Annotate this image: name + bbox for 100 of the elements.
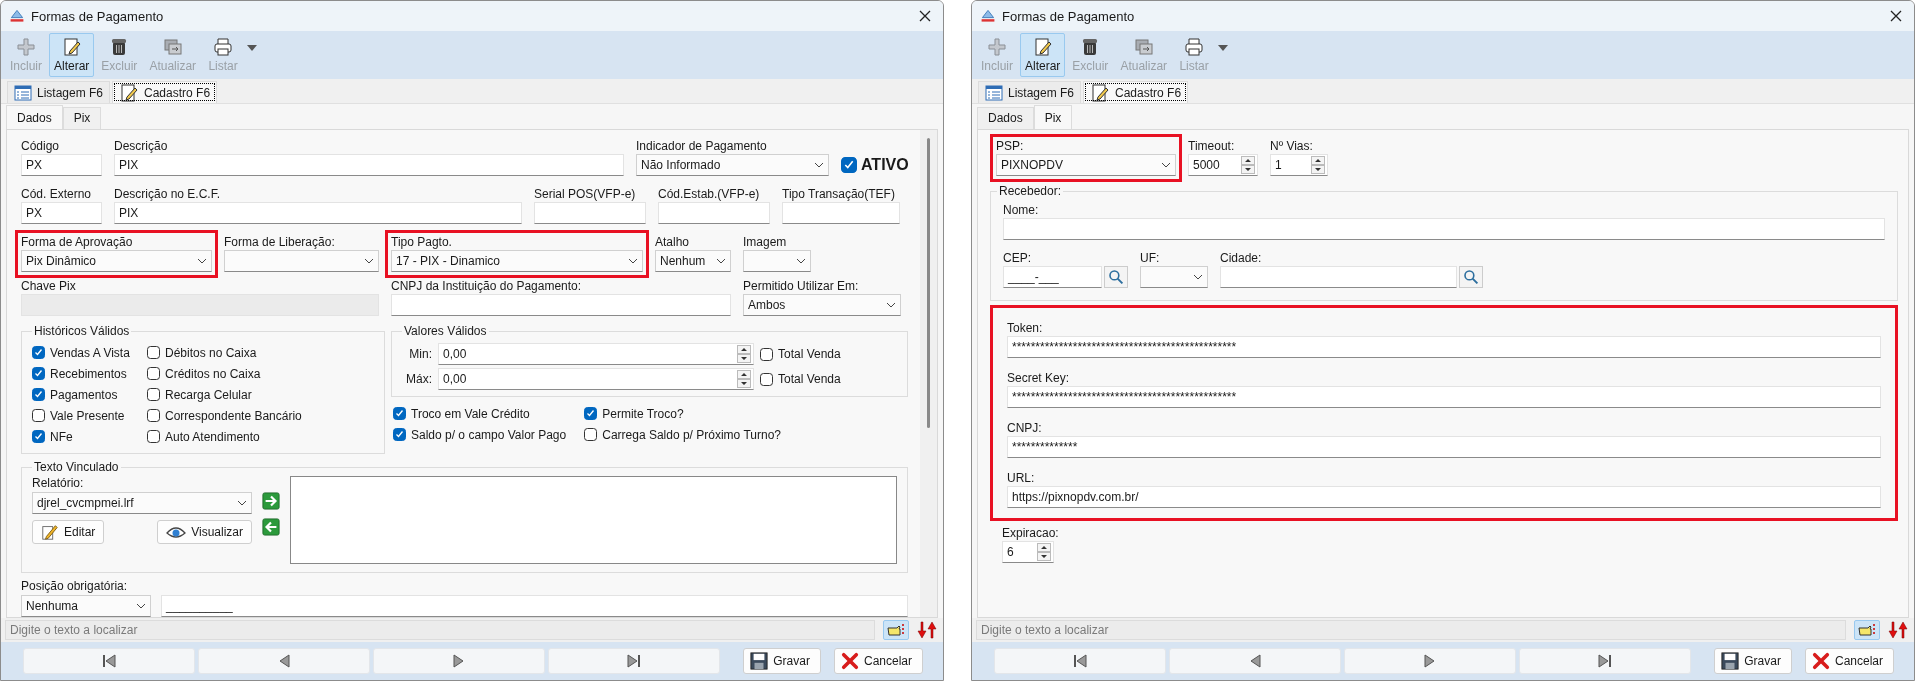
checkbox[interactable] — [32, 388, 45, 401]
tab[interactable]: Dados — [977, 107, 1034, 129]
chevron-down-icon — [796, 258, 806, 264]
tab[interactable]: Dados — [6, 105, 63, 129]
plus-icon — [16, 37, 36, 57]
close-icon[interactable] — [1890, 10, 1902, 22]
text-field[interactable]: PX — [21, 202, 102, 224]
dropdown[interactable]: 17 - PIX - Dinamico — [391, 250, 643, 272]
text-field[interactable]: ************************************************ — [1007, 386, 1881, 408]
spin-field[interactable]: 5000 — [1188, 154, 1258, 176]
dropdown[interactable]: Pix Dinâmico — [21, 250, 212, 272]
text-field[interactable]: ************************************************ — [1007, 336, 1881, 358]
search-field[interactable]: Digite o texto a localizar — [5, 620, 875, 640]
view-tab[interactable]: Listagem F6 — [978, 81, 1082, 103]
text-field[interactable] — [658, 202, 770, 224]
dropdown[interactable] — [224, 250, 379, 272]
text-field[interactable] — [1003, 218, 1885, 240]
checkbox-label: Permite Troco? — [602, 406, 684, 421]
chevron-down-icon — [197, 258, 207, 264]
sort-arrows-icon[interactable] — [917, 621, 937, 639]
tab[interactable]: Pix — [1033, 105, 1073, 129]
search-button[interactable] — [1459, 266, 1483, 288]
text-field[interactable]: ************** — [1007, 436, 1881, 458]
spin-button[interactable] — [1311, 156, 1325, 174]
action-button[interactable]: Cancelar — [833, 648, 923, 674]
checkbox[interactable] — [32, 367, 45, 380]
dropdown[interactable]: Nenhuma — [21, 595, 151, 617]
field-label: Min: — [408, 347, 432, 361]
text-area[interactable] — [290, 476, 897, 564]
checkbox[interactable] — [147, 346, 160, 359]
action-button[interactable]: Editar — [32, 520, 105, 544]
spin-field[interactable]: 1 — [1270, 154, 1328, 176]
view-tab[interactable]: Cadastro F6 — [1083, 81, 1189, 103]
chevron-down-icon — [364, 258, 374, 264]
checkbox[interactable] — [393, 407, 406, 420]
caret-icon[interactable] — [247, 45, 258, 51]
dropdown[interactable]: Ambos — [743, 294, 901, 316]
view-tab[interactable]: Listagem F6 — [7, 81, 111, 103]
text-field[interactable] — [1220, 266, 1457, 288]
spin-field[interactable]: 6 — [1002, 541, 1054, 563]
text-field[interactable]: ____-___ — [1003, 266, 1102, 288]
checkbox[interactable] — [760, 372, 773, 386]
checkbox[interactable] — [147, 388, 160, 401]
arrow-right-icon[interactable] — [262, 492, 280, 510]
dropdown[interactable]: Não Informado — [636, 154, 829, 176]
search-button[interactable] — [1104, 266, 1128, 288]
checkbox[interactable] — [32, 409, 45, 422]
dropdown[interactable]: djrel_cvcmpmei.lrf — [32, 492, 252, 514]
caret-icon[interactable] — [1218, 45, 1229, 51]
next-icon — [1424, 654, 1436, 668]
tab[interactable]: Pix — [62, 107, 102, 129]
action-button[interactable]: Visualizar — [157, 520, 252, 544]
action-button[interactable]: Gravar — [743, 648, 821, 674]
checkbox[interactable] — [584, 407, 598, 420]
dropdown[interactable]: PIXNOPDV — [996, 154, 1176, 176]
spin-field[interactable]: 0,00 — [438, 368, 754, 390]
sort-arrows-icon[interactable] — [1888, 621, 1908, 639]
action-button[interactable]: Cancelar — [1804, 648, 1894, 674]
checkbox[interactable] — [147, 367, 160, 380]
cancel-icon — [840, 652, 859, 670]
spin-button[interactable] — [1037, 543, 1051, 561]
text-field[interactable]: PIX — [114, 154, 624, 176]
text-field[interactable] — [782, 202, 900, 224]
arrow-left-icon[interactable] — [262, 518, 280, 536]
edit-icon — [61, 37, 82, 57]
spin-field[interactable]: 0,00 — [438, 343, 754, 365]
checkbox[interactable] — [32, 346, 45, 359]
checkbox[interactable] — [841, 157, 857, 173]
checkbox[interactable] — [147, 430, 160, 443]
checkbox[interactable] — [760, 347, 773, 361]
text-field[interactable]: https://pixnopdv.com.br/ — [1007, 486, 1881, 508]
search-field[interactable]: Digite o texto a localizar — [976, 620, 1846, 640]
text-field[interactable]: PIX — [114, 202, 522, 224]
dropdown[interactable]: Nenhum — [655, 250, 731, 272]
pencil-icon — [41, 523, 59, 541]
masked-field[interactable]: __________ — [161, 595, 908, 617]
view-tab[interactable]: Cadastro F6 — [112, 81, 218, 103]
action-button[interactable]: Gravar — [1714, 648, 1792, 674]
spin-button[interactable] — [737, 370, 751, 388]
checkbox[interactable] — [32, 430, 45, 443]
field-label: Forma de Aprovação — [21, 235, 134, 249]
checkbox[interactable] — [584, 428, 598, 441]
spin-button[interactable] — [737, 345, 751, 363]
toolbar-button[interactable]: Alterar — [1020, 33, 1066, 77]
dropdown[interactable] — [743, 250, 811, 272]
spin-button[interactable] — [1241, 156, 1255, 174]
checkbox[interactable] — [393, 428, 406, 441]
printer-icon — [213, 37, 234, 57]
field-label: Posição obrigatória: — [21, 579, 129, 593]
text-field[interactable] — [534, 202, 646, 224]
checkbox-label: Correspondente Bancário — [165, 408, 302, 423]
app-logo-icon — [9, 8, 25, 24]
dropdown[interactable] — [1140, 266, 1208, 288]
checkbox[interactable] — [147, 409, 160, 422]
close-icon[interactable] — [919, 10, 931, 22]
text-field[interactable]: PX — [21, 154, 102, 176]
scrollbar[interactable] — [920, 130, 937, 617]
toolbar-button[interactable]: Alterar — [49, 33, 95, 77]
checkbox-label: Vale Presente — [50, 408, 125, 423]
text-field[interactable] — [391, 294, 731, 316]
